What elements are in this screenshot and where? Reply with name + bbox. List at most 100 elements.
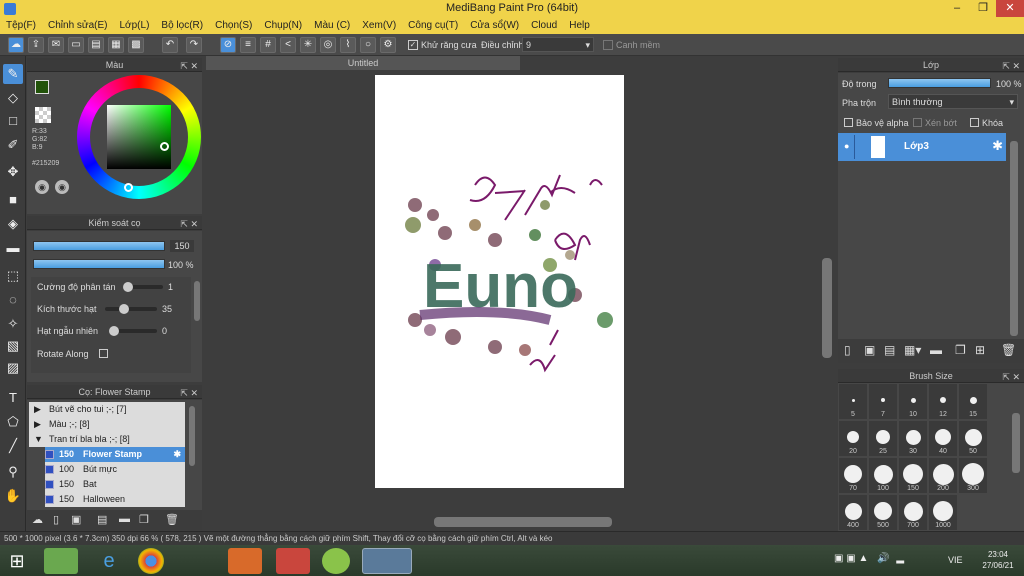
- redo-icon[interactable]: ↷: [186, 37, 202, 53]
- brush-size-scrollbar[interactable]: [1012, 413, 1020, 473]
- divide-tool-icon[interactable]: ╱: [3, 436, 23, 456]
- network-icon[interactable]: ▂: [896, 553, 904, 564]
- maximize-button[interactable]: ❐: [970, 0, 996, 17]
- close-icon[interactable]: ⇱ ✕: [180, 59, 198, 73]
- layer-row[interactable]: ● Lớp3 ✱: [838, 133, 1006, 161]
- new-layer-icon[interactable]: ▯: [844, 343, 851, 357]
- fill-brush-icon[interactable]: ✐: [3, 135, 23, 155]
- grid-page-icon[interactable]: ▦: [108, 37, 124, 53]
- tray-app-icon[interactable]: ▣ ▣ ▲: [834, 553, 868, 564]
- cloud-brush-icon[interactable]: ☁: [32, 513, 43, 526]
- speech-icon[interactable]: ▭: [68, 37, 84, 53]
- menu-edit[interactable]: Chỉnh sửa(E): [42, 18, 114, 34]
- brush-size-cell[interactable]: 25: [869, 421, 897, 456]
- new-halftone-layer-icon[interactable]: ▣: [864, 343, 875, 357]
- document-canvas[interactable]: Euno: [375, 75, 624, 488]
- brush-size-cell[interactable]: 10: [899, 384, 927, 419]
- menu-layer[interactable]: Lớp(L): [114, 18, 156, 34]
- eyedropper-icon[interactable]: ⚲: [3, 462, 23, 482]
- brush-item-selected[interactable]: 150 Flower Stamp ✱: [45, 447, 185, 462]
- radial-snap-icon[interactable]: ✳: [300, 37, 316, 53]
- brush-size-cell[interactable]: 5: [839, 384, 867, 419]
- brush-size-cell[interactable]: 50: [959, 421, 987, 456]
- hue-picker-handle[interactable]: [124, 183, 133, 192]
- volume-icon[interactable]: 🔊: [877, 553, 889, 564]
- close-icon[interactable]: ⇱ ✕: [180, 386, 198, 400]
- duplicate-layer-icon[interactable]: ❐: [955, 343, 966, 357]
- correction-select[interactable]: 9 ▾: [522, 37, 594, 52]
- menu-help[interactable]: Help: [563, 18, 596, 34]
- brush-size-bar[interactable]: [33, 241, 165, 251]
- brush-group[interactable]: ▶ Bút vẽ cho tui ;-; [7]: [29, 402, 185, 417]
- select-pen-icon[interactable]: ▧: [3, 336, 23, 356]
- menu-color[interactable]: Màu (C): [308, 18, 356, 34]
- brush-size-cell[interactable]: 700: [899, 495, 927, 530]
- hand-tool-icon[interactable]: ✋: [3, 486, 23, 506]
- horizontal-scrollbar[interactable]: [206, 514, 820, 528]
- brush-size-cell[interactable]: 15: [959, 384, 987, 419]
- add-layer-menu-icon[interactable]: ▦▾: [904, 343, 921, 357]
- select-eraser-icon[interactable]: ▨: [3, 358, 23, 378]
- move-tool-icon[interactable]: ✥: [3, 162, 23, 182]
- saturation-square[interactable]: [107, 105, 171, 169]
- brush-size-cell[interactable]: 400: [839, 495, 867, 530]
- eraser-tool-icon[interactable]: ◇: [3, 88, 23, 108]
- panels-icon[interactable]: ▩: [128, 37, 144, 53]
- add-brush-icon[interactable]: ▣: [71, 513, 81, 526]
- trash-icon[interactable]: 🗑: [1001, 343, 1016, 357]
- brush-size-cell[interactable]: 12: [929, 384, 957, 419]
- bluestacks-icon[interactable]: [44, 548, 78, 574]
- brush-opacity-bar[interactable]: [33, 259, 165, 269]
- gear-icon[interactable]: ✱: [992, 138, 1003, 154]
- palette-add-icon[interactable]: ◉: [55, 180, 69, 194]
- brush-size-cell[interactable]: 150: [899, 458, 927, 493]
- settings-icon[interactable]: ⚙: [380, 37, 396, 53]
- lock-checkbox[interactable]: [970, 118, 979, 127]
- layer-opacity-bar[interactable]: [888, 78, 991, 88]
- brush-item[interactable]: 100 Bút mực: [45, 462, 185, 477]
- close-icon[interactable]: ⇱ ✕: [1002, 59, 1020, 73]
- palette-icon[interactable]: ◉: [35, 180, 49, 194]
- color-picker-handle[interactable]: [160, 142, 169, 151]
- comment-icon[interactable]: ✉: [48, 37, 64, 53]
- antialias-checkbox[interactable]: ✓: [408, 40, 418, 50]
- rect-fill-icon[interactable]: ■: [3, 190, 23, 210]
- menu-cloud[interactable]: Cloud: [525, 18, 563, 34]
- menu-snap[interactable]: Chụp(N): [258, 18, 308, 34]
- blend-select[interactable]: Bình thường ▾: [888, 94, 1018, 109]
- brush-list-scrollbar[interactable]: [189, 406, 195, 466]
- vertical-scrollbar[interactable]: [820, 72, 834, 512]
- page-icon[interactable]: ▤: [88, 37, 104, 53]
- menu-view[interactable]: Xem(V): [356, 18, 402, 34]
- menu-filter[interactable]: Bộ lọc(R): [155, 18, 209, 34]
- folder-icon[interactable]: ▬: [930, 343, 942, 357]
- brush-size-cell[interactable]: 30: [899, 421, 927, 456]
- brush-group[interactable]: ▶ Màu ;-; [8]: [29, 417, 185, 432]
- brush-params-scrollbar[interactable]: [194, 281, 200, 321]
- app-icon[interactable]: [322, 548, 350, 574]
- brush-size-cell[interactable]: 100: [869, 458, 897, 493]
- trash-icon[interactable]: 🗑: [165, 513, 179, 526]
- canvas-tab[interactable]: Untitled: [206, 56, 520, 71]
- brush-item[interactable]: 150 Halloween: [45, 492, 185, 507]
- language-indicator[interactable]: VIE: [948, 555, 963, 565]
- foreground-swatch[interactable]: [35, 80, 49, 94]
- brush-settings-icon[interactable]: ▤: [97, 513, 107, 526]
- close-icon[interactable]: ⇱ ✕: [1002, 370, 1020, 384]
- brush-size-cell[interactable]: 20: [839, 421, 867, 456]
- select-rect-icon[interactable]: ⬚: [3, 266, 23, 286]
- copy-brush-icon[interactable]: ❐: [139, 513, 149, 526]
- brush-tool-icon[interactable]: ✎: [3, 64, 23, 84]
- brush-size-cell[interactable]: 7: [869, 384, 897, 419]
- brush-size-cell[interactable]: 200: [929, 458, 957, 493]
- lasso-icon[interactable]: ◌: [3, 290, 23, 310]
- parallel-snap-icon[interactable]: ≡: [240, 37, 256, 53]
- gear-icon[interactable]: ✱: [173, 447, 181, 462]
- merge-layer-icon[interactable]: ⊞: [975, 343, 985, 357]
- brush-size-cell[interactable]: 70: [839, 458, 867, 493]
- cross-snap-icon[interactable]: #: [260, 37, 276, 53]
- magic-wand-icon[interactable]: ✧: [3, 314, 23, 334]
- brush-size-cell[interactable]: 40: [929, 421, 957, 456]
- undo-icon[interactable]: ↶: [162, 37, 178, 53]
- transparent-swatch[interactable]: [35, 107, 51, 123]
